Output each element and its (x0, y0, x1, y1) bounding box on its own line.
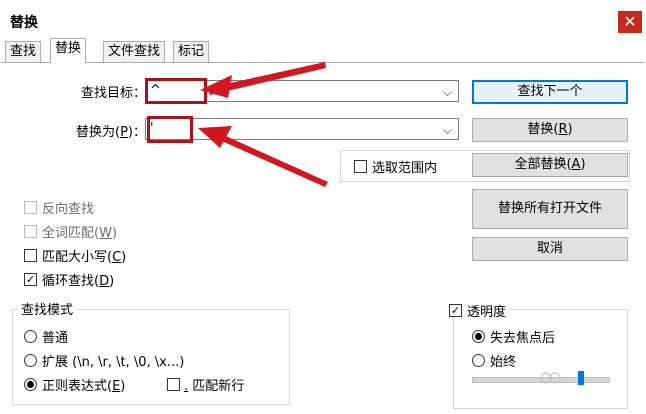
always-label: 始终 (490, 355, 517, 370)
chevron-down-icon[interactable]: ⌵ (443, 83, 452, 101)
backward-label: 反向查找 (42, 202, 95, 217)
annotation-arrows (198, 62, 328, 187)
transparency-title: 透明度 (464, 301, 510, 320)
mode-extended-radio[interactable] (24, 354, 37, 367)
slider-ghost-icon (540, 372, 561, 384)
tab-find[interactable]: 查找 (5, 41, 42, 62)
match-case-checkbox[interactable] (24, 249, 37, 262)
whole-word-checkbox[interactable] (24, 225, 37, 238)
match-case-label: 匹配大小写(C) (42, 250, 127, 265)
transparency-checkbox[interactable]: ✓ (449, 304, 462, 317)
dot-newline-label: . 匹配新行 (184, 379, 245, 394)
on-lose-focus-label: 失去焦点后 (490, 331, 556, 346)
replace-button[interactable]: 替换(R) (472, 118, 628, 142)
replace-all-button[interactable]: 全部替换(A) (472, 153, 628, 177)
always-radio[interactable] (472, 354, 485, 367)
mode-normal-radio[interactable] (24, 330, 37, 343)
close-icon: ✕ (623, 12, 637, 31)
mode-regex-label: 正则表达式(E) (42, 379, 126, 394)
backward-checkbox[interactable] (24, 201, 37, 214)
tab-replace[interactable]: 替换 (50, 38, 87, 63)
close-button[interactable]: ✕ (618, 11, 642, 33)
mode-normal-label: 普通 (42, 331, 69, 346)
find-next-button[interactable]: 查找下一个 (472, 80, 628, 104)
wrap-around-label: 循环查找(D) (42, 274, 115, 289)
cancel-button[interactable]: 取消 (472, 237, 628, 261)
in-selection-checkbox[interactable] (354, 160, 367, 173)
window-title: 替换 (10, 15, 38, 31)
search-mode-title: 查找模式 (18, 299, 77, 318)
in-selection-label: 选取范围内 (372, 161, 438, 176)
arrowhead-find (200, 75, 232, 98)
whole-word-label: 全词匹配(W) (42, 226, 118, 241)
on-lose-focus-radio[interactable] (472, 330, 485, 343)
wrap-around-checkbox[interactable]: ✓ (24, 273, 37, 286)
find-label: 查找目标： (80, 86, 146, 101)
chevron-down-icon[interactable]: ⌵ (443, 121, 452, 139)
replace-all-open-files-button[interactable]: 替换所有打开文件 (472, 189, 628, 229)
tab-find-in-files[interactable]: 文件查找 (103, 41, 166, 62)
mode-extended-label: 扩展 (\n, \r, \t, \0, \x...) (42, 355, 185, 370)
mode-regex-radio[interactable] (24, 378, 37, 391)
dot-newline-checkbox[interactable] (167, 378, 180, 391)
transparency-slider-thumb[interactable] (578, 371, 584, 385)
replace-label: 替换为(P)： (76, 125, 146, 140)
